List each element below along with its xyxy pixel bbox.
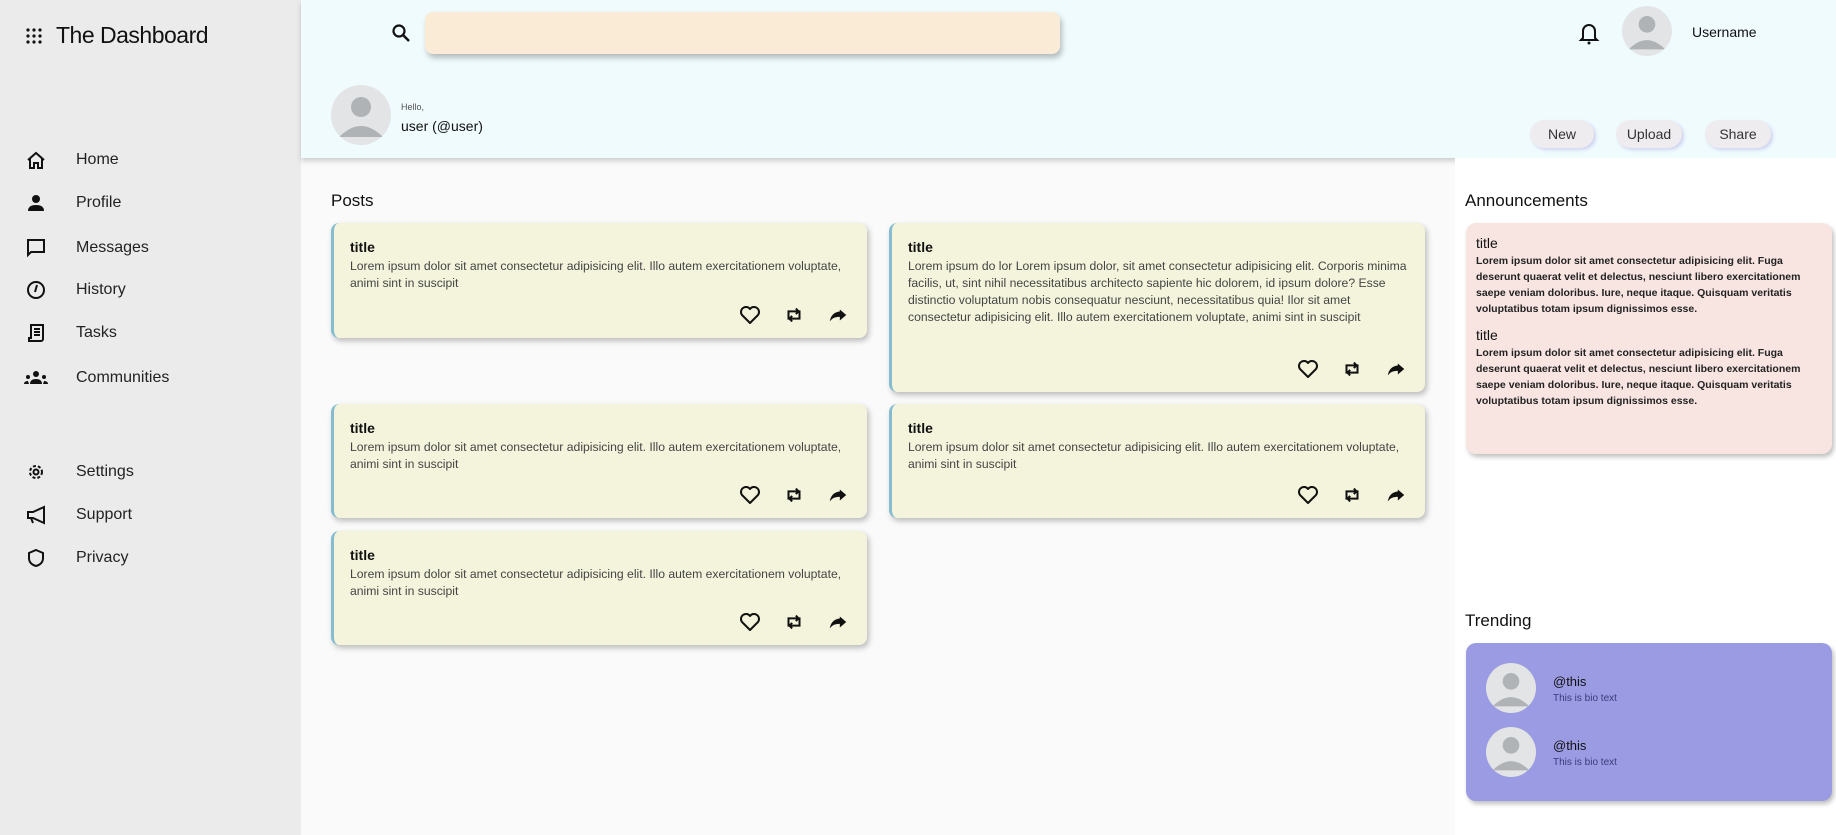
- trending-bio: This is bio text: [1553, 693, 1617, 704]
- announcement-title: title: [1476, 327, 1498, 343]
- sidebar-item-label: Home: [76, 151, 119, 168]
- person-icon: [24, 191, 48, 215]
- sidebar-item-label: Profile: [76, 194, 122, 211]
- posts-heading: Posts: [331, 191, 374, 210]
- like-heart-icon[interactable]: [1295, 484, 1321, 506]
- sidebar-item-label: Support: [76, 506, 133, 523]
- share-arrow-icon[interactable]: [1383, 484, 1409, 506]
- post-body: Lorem ipsum dolor sit amet consectetur a…: [350, 259, 842, 290]
- repost-icon[interactable]: [1339, 358, 1365, 380]
- search-icon[interactable]: [391, 23, 411, 43]
- sidebar-item-messages[interactable]: Messages: [24, 236, 149, 260]
- sidebar-item-label: Tasks: [76, 324, 117, 341]
- post-body: Lorem ipsum do lor Lorem ipsum dolor, si…: [908, 259, 1407, 324]
- post-body: Lorem ipsum dolor sit amet consectetur a…: [350, 440, 842, 471]
- like-heart-icon[interactable]: [737, 304, 763, 326]
- sidebar-item-label: Privacy: [76, 549, 129, 566]
- share-arrow-icon[interactable]: [825, 611, 851, 633]
- share-button[interactable]: Share: [1705, 120, 1771, 148]
- apps-grid-icon: [26, 27, 42, 44]
- announcement-body: Lorem ipsum dolor sit amet consectetur a…: [1476, 255, 1801, 315]
- sidebar-item-label: Communities: [76, 369, 170, 386]
- post-title: title: [908, 239, 933, 255]
- sidebar: The Dashboard Home Profile Messages Hist…: [0, 0, 301, 835]
- share-arrow-icon[interactable]: [825, 484, 851, 506]
- sidebar-item-history[interactable]: History: [24, 278, 126, 302]
- trending-card: @this This is bio text @this This is bio…: [1466, 643, 1832, 801]
- announcements-card: title Lorem ipsum dolor sit amet consect…: [1466, 223, 1832, 454]
- user-handle: user (@user): [401, 118, 483, 134]
- clock-icon: [24, 278, 48, 302]
- announcement-title: title: [1476, 235, 1498, 251]
- user-avatar[interactable]: [1622, 6, 1672, 56]
- shield-icon: [24, 546, 48, 570]
- trending-avatar[interactable]: [1486, 663, 1536, 713]
- repost-icon[interactable]: [781, 611, 807, 633]
- post-title: title: [350, 420, 375, 436]
- group-icon: [24, 366, 48, 390]
- search-input[interactable]: [425, 12, 1060, 54]
- gear-icon: [24, 460, 48, 484]
- trending-heading: Trending: [1465, 611, 1532, 630]
- sidebar-item-communities[interactable]: Communities: [24, 366, 169, 390]
- sidebar-item-label: Messages: [76, 239, 149, 256]
- announcements-heading: Announcements: [1465, 191, 1588, 210]
- announcement-body: Lorem ipsum dolor sit amet consectetur a…: [1476, 347, 1801, 407]
- sidebar-item-home[interactable]: Home: [24, 148, 119, 172]
- like-heart-icon[interactable]: [737, 611, 763, 633]
- post-title: title: [350, 239, 375, 255]
- sidebar-item-label: Settings: [76, 463, 134, 480]
- repost-icon[interactable]: [781, 484, 807, 506]
- sidebar-item-profile[interactable]: Profile: [24, 191, 121, 215]
- upload-button[interactable]: Upload: [1616, 120, 1682, 148]
- chat-icon: [24, 236, 48, 260]
- username[interactable]: Username: [1692, 24, 1757, 40]
- sidebar-item-privacy[interactable]: Privacy: [24, 546, 128, 570]
- share-arrow-icon[interactable]: [1383, 358, 1409, 380]
- repost-icon[interactable]: [781, 304, 807, 326]
- post-card[interactable]: title Lorem ipsum do lor Lorem ipsum dol…: [889, 223, 1425, 392]
- trending-handle[interactable]: @this: [1553, 738, 1586, 753]
- app-title: The Dashboard: [56, 22, 209, 48]
- post-body: Lorem ipsum dolor sit amet consectetur a…: [908, 440, 1400, 471]
- share-arrow-icon[interactable]: [825, 304, 851, 326]
- post-title: title: [350, 547, 375, 563]
- like-heart-icon[interactable]: [737, 484, 763, 506]
- bell-icon[interactable]: [1578, 21, 1600, 45]
- home-icon: [24, 148, 48, 172]
- new-button[interactable]: New: [1530, 120, 1594, 148]
- trending-handle[interactable]: @this: [1553, 674, 1586, 689]
- post-card[interactable]: title Lorem ipsum dolor sit amet consect…: [889, 404, 1425, 518]
- megaphone-icon: [24, 503, 48, 527]
- brand: The Dashboard: [26, 22, 209, 49]
- scroll-icon: [24, 321, 48, 345]
- like-heart-icon[interactable]: [1295, 358, 1321, 380]
- sidebar-item-settings[interactable]: Settings: [24, 460, 134, 484]
- trending-bio: This is bio text: [1553, 757, 1617, 768]
- profile-avatar: [331, 85, 391, 145]
- post-title: title: [908, 420, 933, 436]
- repost-icon[interactable]: [1339, 484, 1365, 506]
- post-card[interactable]: title Lorem ipsum dolor sit amet consect…: [331, 531, 867, 645]
- post-body: Lorem ipsum dolor sit amet consectetur a…: [350, 567, 842, 598]
- sidebar-item-label: History: [76, 281, 126, 298]
- trending-avatar[interactable]: [1486, 727, 1536, 777]
- sidebar-item-tasks[interactable]: Tasks: [24, 321, 117, 345]
- sidebar-item-support[interactable]: Support: [24, 503, 132, 527]
- post-card[interactable]: title Lorem ipsum dolor sit amet consect…: [331, 404, 867, 518]
- greeting: Hello,: [401, 102, 425, 112]
- post-card[interactable]: title Lorem ipsum dolor sit amet consect…: [331, 223, 867, 338]
